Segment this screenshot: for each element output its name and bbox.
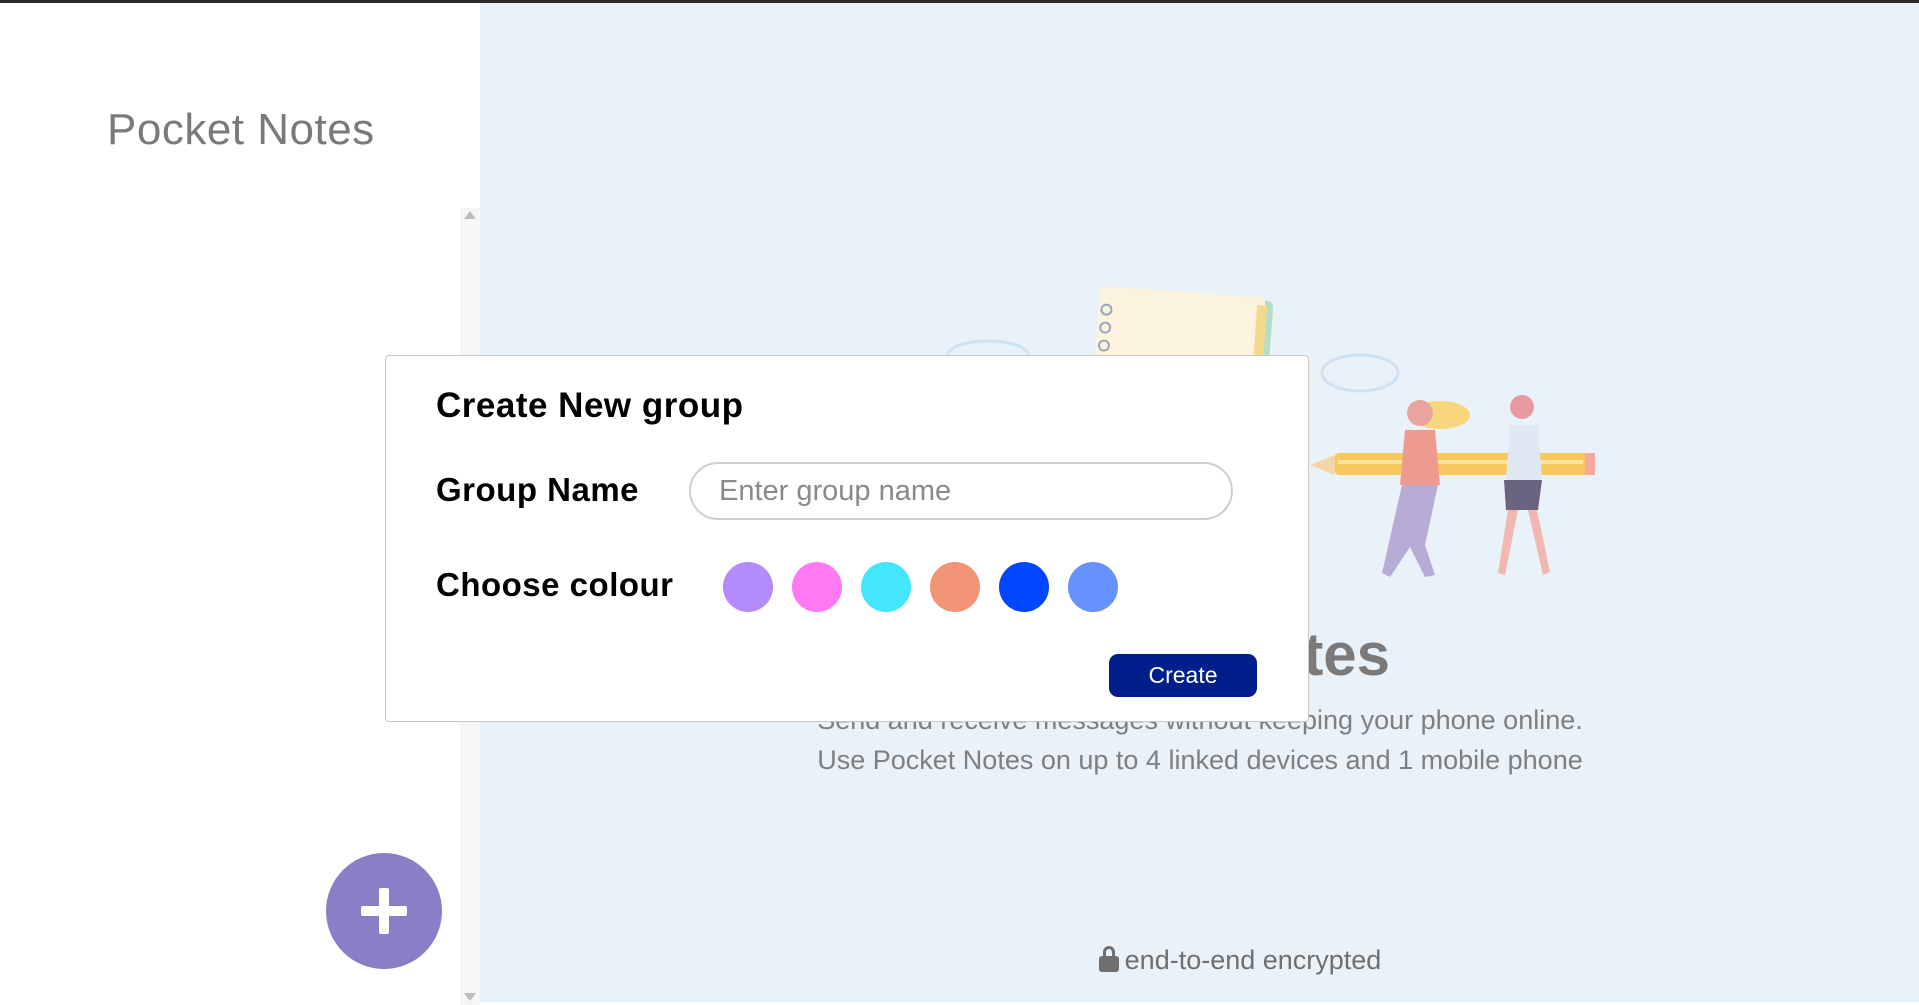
create-group-dialog: Create New group Group Name Choose colou…: [385, 355, 1309, 722]
colour-swatches: [723, 562, 1118, 612]
dialog-title: Create New group: [436, 386, 744, 425]
create-button[interactable]: Create: [1109, 654, 1257, 697]
scroll-down-arrow-icon[interactable]: [464, 993, 476, 1001]
lock-body: [1098, 956, 1119, 972]
colour-swatch-1[interactable]: [723, 562, 773, 612]
app-title: Pocket Notes: [107, 105, 375, 154]
colour-swatch-3[interactable]: [861, 562, 911, 612]
colour-swatch-6[interactable]: [1068, 562, 1118, 612]
group-name-label: Group Name: [436, 471, 640, 508]
group-name-input[interactable]: [689, 462, 1233, 520]
colour-swatch-5[interactable]: [999, 562, 1049, 612]
lock-icon: [1098, 946, 1119, 972]
hero-subtitle-line-2: Use Pocket Notes on up to 4 linked devic…: [817, 745, 1583, 775]
colour-swatch-4[interactable]: [930, 562, 980, 612]
add-group-button[interactable]: [326, 853, 442, 969]
scroll-up-arrow-icon[interactable]: [464, 211, 476, 219]
choose-colour-label: Choose colour: [436, 566, 674, 603]
colour-swatch-2[interactable]: [792, 562, 842, 612]
plus-icon-stroke: [379, 888, 389, 934]
encryption-text: end-to-end encrypted: [1124, 945, 1382, 975]
encryption-notice: end-to-end encrypted: [1040, 945, 1440, 976]
